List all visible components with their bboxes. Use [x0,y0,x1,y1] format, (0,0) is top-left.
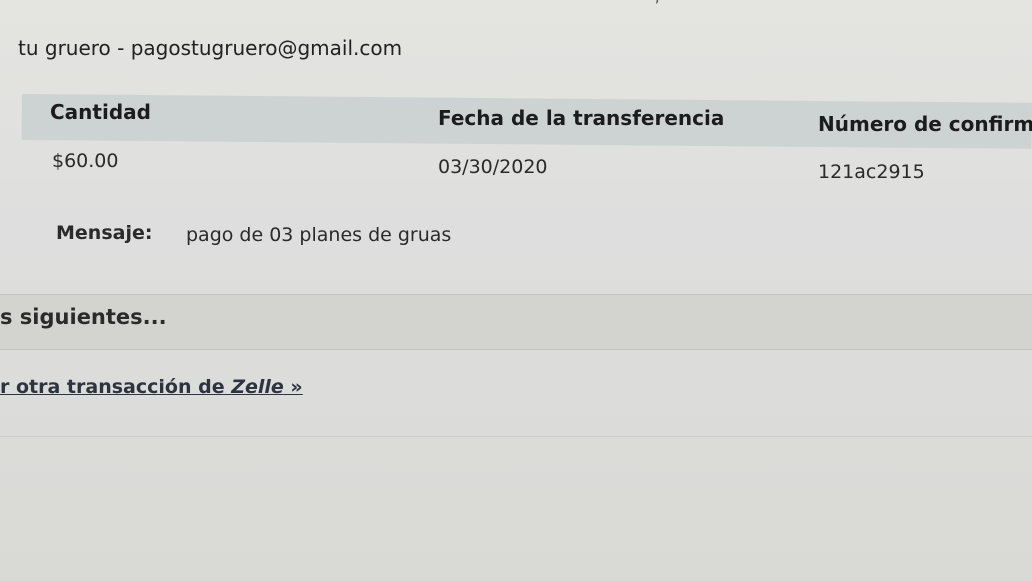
header-confirmation-number: Número de confirma [818,112,1032,136]
message-label: Mensaje: [56,222,153,244]
header-transfer-date: Fecha de la transferencia [438,106,725,130]
divider [0,436,1032,437]
header-amount: Cantidad [50,100,151,124]
next-steps-title: s siguientes... [0,305,167,329]
transfer-date-value: 03/30/2020 [438,156,548,178]
recipient-line: tu gruero - pagostugruero@gmail.com [18,36,403,60]
confirmation-number-value: 121ac2915 [818,161,925,183]
zelle-brand: Zelle [231,376,284,398]
message-text: pago de 03 planes de gruas [186,224,452,246]
screen: , tu gruero - pagostugruero@gmail.com Ca… [0,0,1032,581]
new-zelle-transaction-link[interactable]: r otra transacción de Zelle » [0,376,303,398]
cropped-top-text: , [655,0,661,6]
link-prefix: r otra transacción de [0,376,232,398]
link-suffix: » [283,376,303,398]
amount-value: $60.00 [52,150,119,172]
